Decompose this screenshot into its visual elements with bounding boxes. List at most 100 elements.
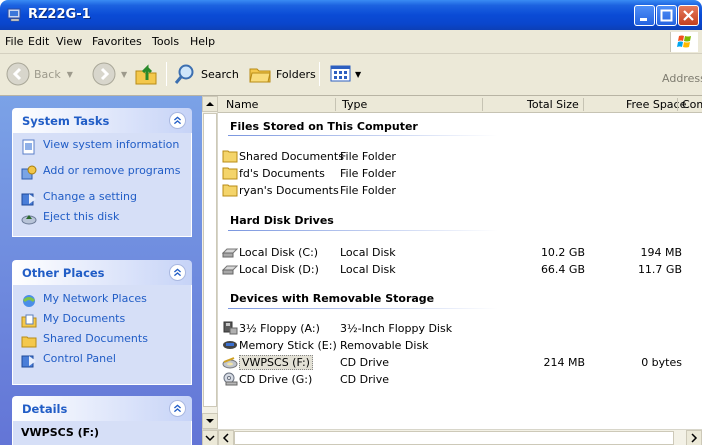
add-remove-programs-icon — [21, 165, 37, 180]
place-label: Shared Documents — [43, 332, 148, 345]
drive-row[interactable]: 3½ Floppy (A:) 3½-Inch Floppy Disk — [220, 320, 690, 336]
collapse-chevron-icon[interactable] — [169, 400, 186, 417]
place-my-documents[interactable]: My Documents — [21, 313, 125, 329]
arrow-up-icon — [206, 102, 214, 106]
menu-edit[interactable]: Edit — [28, 35, 49, 48]
other-places-header[interactable]: Other Places — [12, 260, 192, 285]
toolbar-separator — [166, 62, 167, 86]
up-folder-button[interactable] — [134, 60, 160, 88]
scroll-left-button[interactable] — [218, 430, 234, 445]
column-type[interactable]: Type — [342, 98, 367, 111]
task-view-system-info[interactable]: View system information — [21, 139, 179, 155]
file-row[interactable]: ryan's Documents File Folder — [220, 182, 690, 198]
task-change-setting[interactable]: Change a setting — [21, 191, 137, 207]
minimize-icon — [640, 18, 647, 21]
menu-tools[interactable]: Tools — [152, 35, 179, 48]
forward-dropdown-icon[interactable]: ▼ — [121, 70, 127, 79]
back-arrow-icon — [6, 62, 30, 86]
column-divider[interactable] — [583, 98, 584, 111]
drive-name: Local Disk (C:) — [239, 245, 319, 259]
file-row[interactable]: Shared Documents File Folder — [220, 148, 690, 164]
menu-favorites[interactable]: Favorites — [92, 35, 142, 48]
arrow-down-icon — [206, 419, 214, 423]
drive-name: Local Disk (D:) — [239, 262, 319, 276]
folder-icon — [21, 336, 37, 348]
system-tasks-header[interactable]: System Tasks — [12, 108, 192, 133]
windows-logo — [670, 32, 698, 52]
drive-row[interactable]: Local Disk (D:) Local Disk 66.4 GB 11.7 … — [220, 261, 690, 277]
menu-bar: File Edit View Favorites Tools Help — [0, 30, 702, 54]
place-my-network-places[interactable]: My Network Places — [21, 293, 147, 309]
horizontal-scroll-thumb[interactable] — [234, 431, 674, 445]
drive-row[interactable]: Local Disk (C:) Local Disk 10.2 GB 194 M… — [220, 244, 690, 260]
minimize-button[interactable] — [634, 5, 655, 26]
drive-type: CD Drive — [340, 373, 389, 386]
drive-total-size: 66.4 GB — [540, 263, 585, 276]
search-button[interactable]: Search — [173, 60, 239, 88]
collapse-chevron-icon[interactable] — [169, 112, 186, 129]
details-drive-name: VWPSCS (F:) — [21, 426, 100, 439]
column-total-size[interactable]: Total Size — [527, 98, 579, 111]
drive-row-selected[interactable]: VWPSCS (F:) CD Drive 214 MB 0 bytes — [220, 354, 690, 370]
drive-row[interactable]: CD Drive (G:) CD Drive — [220, 371, 690, 387]
drive-free-space: 11.7 GB — [637, 263, 682, 276]
scroll-down-button[interactable] — [202, 413, 218, 429]
place-shared-documents[interactable]: Shared Documents — [21, 333, 148, 349]
title-bar[interactable]: RZ22G-1 — [0, 0, 702, 30]
drive-type: CD Drive — [340, 356, 389, 369]
views-dropdown-icon[interactable]: ▼ — [355, 70, 361, 79]
column-header: Name Type Total Size Free Space Com — [218, 96, 702, 113]
drive-row[interactable]: Memory Stick (E:) Removable Disk — [220, 337, 690, 353]
drive-name: Memory Stick (E:) — [239, 338, 337, 352]
file-name: fd's Documents — [239, 166, 325, 180]
place-control-panel[interactable]: Control Panel — [21, 353, 116, 369]
folder-icon — [222, 184, 238, 197]
forward-arrow-icon — [92, 62, 116, 86]
scroll-right-button[interactable] — [686, 430, 702, 445]
close-button[interactable] — [678, 5, 699, 26]
group-divider — [228, 230, 498, 231]
horizontal-scrollbar[interactable] — [202, 429, 702, 445]
vertical-scrollbar[interactable] — [202, 96, 218, 429]
menu-help[interactable]: Help — [190, 35, 215, 48]
details-header[interactable]: Details — [12, 396, 192, 421]
cd-disc-icon — [222, 356, 238, 368]
place-label: My Documents — [43, 312, 126, 325]
menu-view[interactable]: View — [56, 35, 82, 48]
column-divider[interactable] — [677, 98, 678, 111]
details-title: Details — [22, 402, 68, 416]
views-button[interactable]: ▼ — [330, 60, 361, 88]
column-comments[interactable]: Com — [682, 98, 702, 111]
hard-disk-icon — [222, 248, 238, 258]
column-name[interactable]: Name — [226, 98, 258, 111]
forward-button[interactable]: ▼ — [92, 60, 127, 88]
column-divider[interactable] — [335, 98, 336, 111]
floppy-drive-icon — [223, 321, 238, 335]
views-grid-icon — [330, 65, 351, 82]
scroll-thumb[interactable] — [203, 113, 217, 407]
column-divider[interactable] — [482, 98, 483, 111]
task-pane: System Tasks View system information Add… — [0, 96, 202, 445]
details-panel: VWPSCS (F:) — [12, 421, 192, 445]
file-row[interactable]: fd's Documents File Folder — [220, 165, 690, 181]
back-dropdown-icon[interactable]: ▼ — [67, 70, 73, 79]
drive-type: Local Disk — [340, 246, 396, 259]
menu-file[interactable]: File — [5, 35, 23, 48]
scroll-down-arrow-button[interactable] — [202, 430, 218, 445]
other-places-panel: My Network Places My Documents Shared Do… — [12, 285, 192, 385]
chevron-down-icon — [205, 435, 215, 442]
control-panel-icon — [21, 193, 36, 206]
scroll-up-button[interactable] — [202, 96, 218, 112]
system-tasks-panel: View system information Add or remove pr… — [12, 133, 192, 237]
window-title: RZ22G-1 — [28, 7, 91, 22]
back-button[interactable]: Back ▼ — [6, 60, 73, 88]
search-label: Search — [201, 67, 239, 81]
group-header: Files Stored on This Computer — [230, 120, 418, 133]
up-folder-icon — [135, 64, 157, 85]
task-eject-disk[interactable]: Eject this disk — [21, 211, 119, 227]
task-add-remove-programs[interactable]: Add or remove programs — [21, 165, 181, 181]
folders-button[interactable]: Folders — [248, 60, 316, 88]
back-label: Back — [34, 67, 61, 81]
maximize-button[interactable] — [656, 5, 677, 26]
collapse-chevron-icon[interactable] — [169, 264, 186, 281]
